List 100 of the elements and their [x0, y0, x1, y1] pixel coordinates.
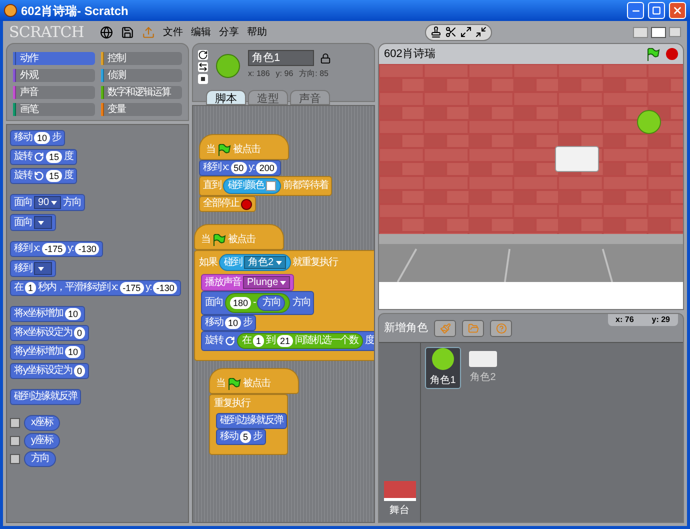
dropdown-input[interactable] [34, 262, 52, 275]
stamp-icon[interactable] [430, 26, 442, 38]
number-input[interactable]: 10 [65, 308, 82, 320]
reporter-block[interactable]: 方向 [24, 451, 56, 467]
number-input[interactable]: 0 [74, 327, 86, 339]
code-block[interactable]: 移动 5 步 [216, 429, 266, 445]
code-block[interactable]: 旋转 15 度 [10, 149, 78, 165]
reporter-block[interactable]: 180 - 方向 [225, 293, 290, 313]
presentation-icon[interactable] [669, 26, 681, 36]
category-button[interactable]: 变量 [100, 103, 182, 116]
dropdown-input[interactable] [34, 216, 52, 229]
minimize-button[interactable] [627, 2, 644, 19]
flip-style-icon[interactable] [198, 62, 208, 72]
dropdown-input[interactable]: 90 [34, 196, 62, 209]
code-block[interactable]: 碰到边缘就反弹 [216, 413, 287, 429]
tab[interactable]: 脚本 [206, 90, 246, 105]
rotate-style-icon[interactable] [198, 50, 208, 60]
number-input[interactable]: -130 [75, 243, 100, 255]
sprite-tile[interactable]: 角色1 [425, 347, 461, 389]
code-block[interactable]: 将x坐标增加 10 [10, 306, 86, 322]
dropdown-input[interactable]: Plunge [243, 276, 290, 289]
tab[interactable]: 声音 [290, 90, 330, 105]
stop-icon[interactable] [666, 48, 678, 60]
category-button[interactable]: 动作 [13, 52, 94, 65]
block-label: 碰到 [224, 256, 242, 268]
number-input[interactable]: -175 [120, 282, 144, 294]
c-block[interactable]: 重复执行 碰到边缘就反弹 移动 5 步 [209, 394, 288, 455]
menu-item[interactable]: 编辑 [191, 24, 211, 40]
code-block[interactable]: 播放声音 Plunge [201, 274, 294, 291]
block-label: y: [68, 243, 74, 255]
block-label: 被点击 [233, 144, 260, 156]
rotate-counterclockwise-icon [34, 171, 44, 181]
color-swatch[interactable] [266, 181, 276, 191]
normal-stage-icon[interactable] [651, 26, 666, 38]
checkbox[interactable] [10, 454, 20, 464]
category-button[interactable]: 控制 [100, 52, 182, 65]
number-input[interactable]: 15 [46, 151, 62, 163]
reporter-block[interactable]: x座标 [24, 415, 60, 431]
code-block[interactable]: 移到 [10, 260, 56, 277]
category-button[interactable]: 数字和逻辑运算 [100, 86, 182, 99]
dropdown-input[interactable]: 角色2 [244, 256, 286, 269]
code-block[interactable]: 旋转 在 1 到 21 间随机选一个数 度 [201, 331, 374, 351]
code-block[interactable]: 将y坐标增加 10 [10, 344, 86, 360]
number-input[interactable]: -175 [42, 243, 66, 255]
maximize-button[interactable] [648, 2, 665, 19]
code-block[interactable]: 碰到边缘就反弹 [10, 389, 81, 405]
menu-item[interactable]: 分享 [219, 24, 239, 40]
lock-icon[interactable] [320, 52, 331, 64]
code-block[interactable]: 将y坐标设定为 0 [10, 363, 90, 379]
checkbox[interactable] [10, 436, 20, 446]
flag-icon[interactable] [646, 48, 660, 60]
category-button[interactable]: 画笔 [13, 103, 94, 116]
c-block[interactable]: 如果 碰到 角色2 就重复执行 播放声音 Plunge 面向 180 - 方向 方向 移动 10 步 旋转 在 1 到 21 间随机选一个数 度 [194, 250, 374, 361]
block-label: 当 [206, 144, 215, 156]
no-rotate-icon[interactable] [198, 74, 208, 84]
number-input[interactable]: 10 [225, 317, 242, 329]
number-input[interactable]: 15 [46, 170, 62, 182]
category-button[interactable]: 外观 [13, 69, 94, 82]
code-block[interactable]: 移动 10 步 [10, 130, 66, 146]
checkbox[interactable] [10, 418, 20, 428]
menu-item[interactable]: 文件 [163, 24, 183, 40]
globe-icon[interactable] [100, 26, 113, 38]
number-input[interactable]: 10 [34, 132, 50, 144]
code-block[interactable]: 在 1 秒内，平滑移动到 x: -175 y: -130 [10, 280, 182, 296]
number-input[interactable]: -130 [153, 282, 178, 294]
number-input[interactable]: 180 [230, 297, 252, 309]
menu-item[interactable]: 帮助 [247, 24, 267, 40]
number-input[interactable]: 1 [253, 335, 264, 347]
reporter-block[interactable]: y座标 [24, 433, 60, 449]
number-input[interactable]: 200 [256, 162, 278, 174]
code-block[interactable]: 将x坐标设定为 0 [10, 325, 90, 341]
paint-sprite-button[interactable] [434, 320, 456, 336]
tab[interactable]: 造型 [248, 90, 288, 105]
number-input[interactable]: 50 [230, 162, 247, 174]
code-block[interactable]: 移到 x: -175 y: -130 [10, 241, 104, 257]
code-block[interactable]: 移到 x: 50 y: 200 [199, 160, 282, 176]
number-input[interactable]: 0 [74, 365, 86, 377]
code-block[interactable]: 面向 90 方向 [10, 194, 86, 211]
category-button[interactable]: 侦测 [100, 69, 182, 82]
shrink-icon[interactable] [475, 26, 487, 38]
save-icon[interactable] [121, 26, 134, 38]
grow-icon[interactable] [460, 26, 472, 38]
reporter-block[interactable]: 在 1 到 21 间随机选一个数 [237, 333, 364, 349]
number-input[interactable]: 10 [65, 346, 82, 358]
code-block[interactable]: 面向 [10, 214, 56, 231]
scissors-icon[interactable] [445, 26, 457, 38]
code-block[interactable]: 面向 180 - 方向 方向 [201, 291, 314, 315]
random-sprite-button[interactable] [490, 320, 512, 336]
number-input[interactable]: 5 [240, 431, 252, 443]
close-button[interactable] [669, 2, 686, 19]
stage-thumbnail[interactable] [384, 481, 416, 501]
number-input[interactable]: 1 [25, 282, 36, 294]
reporter-block[interactable]: 碰到 角色2 [219, 254, 291, 271]
open-sprite-button[interactable] [462, 320, 484, 336]
code-block[interactable]: 旋转 15 度 [10, 168, 78, 184]
reporter-block[interactable]: 方向 [257, 295, 286, 311]
number-input[interactable]: 21 [277, 335, 294, 347]
code-block[interactable]: 移动 10 步 [201, 315, 256, 331]
sprite-name-field[interactable]: 角色1 [248, 50, 314, 66]
category-button[interactable]: 声音 [13, 86, 94, 99]
